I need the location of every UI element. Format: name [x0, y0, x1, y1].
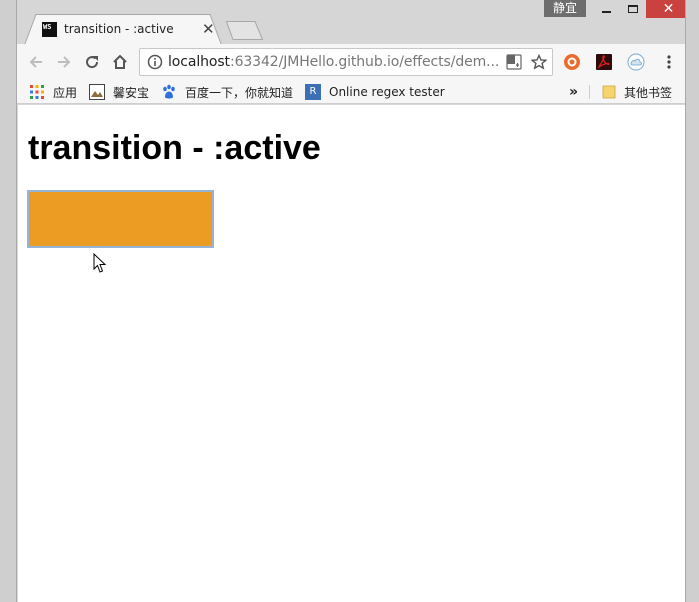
- baidu-paw-icon: [163, 84, 175, 99]
- image-icon: [89, 84, 105, 100]
- bookmark-star-icon[interactable]: [531, 54, 547, 70]
- bookmark-other[interactable]: 其他书签: [601, 83, 672, 101]
- apps-grid-icon: [30, 85, 44, 99]
- bookmark-label: 应用: [53, 85, 78, 100]
- bookmarks-bar: 应用 馨安宝 百度一下，你就知道 R Online regex tester »: [17, 80, 685, 104]
- back-button[interactable]: [27, 53, 45, 71]
- browser-window: 静宜 ✕ WS transition - :active ✕ localhost…: [0, 0, 699, 602]
- home-button[interactable]: [111, 53, 129, 71]
- url-text[interactable]: localhost:63342/JMHello.github.io/effect…: [168, 54, 499, 70]
- window-frame-right: [685, 0, 699, 602]
- webstorm-favicon-icon: WS: [42, 22, 57, 37]
- bookmarks-divider: [589, 85, 590, 99]
- close-icon: ✕: [662, 1, 675, 17]
- reload-icon: [86, 56, 99, 69]
- address-bar[interactable]: localhost:63342/JMHello.github.io/effect…: [139, 48, 553, 76]
- minimize-icon: [601, 11, 611, 13]
- toolbar: localhost:63342/JMHello.github.io/effect…: [17, 44, 685, 80]
- maximize-icon: [628, 5, 638, 13]
- regex-r-icon: R: [305, 84, 321, 100]
- bookmark-apps[interactable]: 应用: [29, 83, 77, 101]
- tab-active[interactable]: WS transition - :active ✕: [24, 14, 222, 45]
- title-bar: 静宜 ✕ WS transition - :active ✕: [0, 0, 699, 45]
- reload-button[interactable]: [83, 53, 101, 71]
- bookmark-label: Online regex tester: [329, 85, 445, 99]
- back-arrow-icon: [29, 56, 42, 68]
- menu-kebab-icon[interactable]: [660, 53, 678, 71]
- extension-pdf-icon[interactable]: [595, 53, 613, 71]
- page-title: transition - :active: [28, 129, 321, 167]
- extension-lifebuoy-icon[interactable]: [563, 53, 581, 71]
- new-tab-button[interactable]: [226, 21, 263, 40]
- tab-close-icon[interactable]: ✕: [202, 20, 215, 38]
- folder-icon: [602, 85, 616, 99]
- maximize-button[interactable]: [619, 0, 647, 18]
- forward-arrow-icon: [58, 56, 71, 68]
- bookmark-label: 其他书签: [624, 85, 673, 100]
- bookmark-regex-tester[interactable]: R Online regex tester: [305, 83, 445, 101]
- extension-cloud-icon[interactable]: [627, 53, 645, 71]
- bookmark-label: 馨安宝: [113, 85, 150, 100]
- bookmark-label: 百度一下，你就知道: [185, 85, 294, 100]
- window-frame-left: [0, 0, 17, 602]
- bookmark-xinanbao[interactable]: 馨安宝: [89, 83, 149, 101]
- home-icon: [113, 54, 127, 69]
- translate-icon[interactable]: [506, 54, 522, 70]
- mouse-cursor-icon: [93, 253, 107, 273]
- page-content: transition - :active: [18, 105, 685, 602]
- bookmark-baidu[interactable]: 百度一下，你就知道: [161, 83, 293, 101]
- info-icon[interactable]: [147, 54, 163, 70]
- tab-title: transition - :active: [64, 22, 174, 36]
- transition-demo-box[interactable]: [27, 190, 214, 248]
- profile-button[interactable]: 静宜: [544, 0, 586, 17]
- forward-button[interactable]: [55, 53, 73, 71]
- bookmarks-overflow-button[interactable]: »: [569, 83, 578, 101]
- minimize-button[interactable]: [592, 0, 620, 18]
